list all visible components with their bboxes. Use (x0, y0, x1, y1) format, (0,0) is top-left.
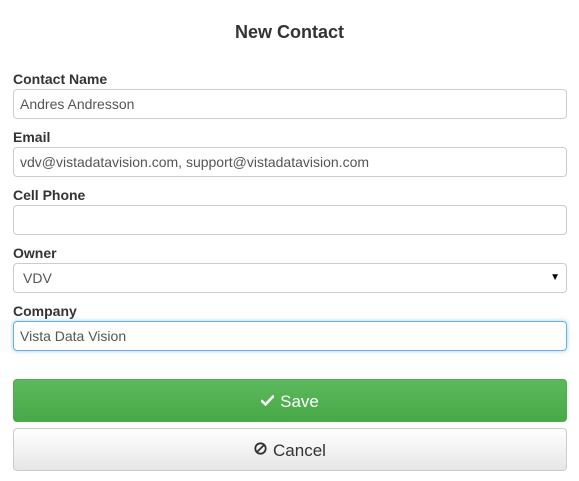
owner-selected-value: VDV (23, 270, 52, 286)
email-input[interactable]: vdv@vistadatavision.com, support@vistada… (13, 147, 567, 177)
ban-icon (254, 429, 267, 470)
owner-select[interactable]: VDV ▼ (13, 263, 567, 293)
company-input[interactable]: Vista Data Vision (13, 321, 567, 351)
dropdown-caret-icon: ▼ (550, 272, 560, 283)
form-title: New Contact (234, 22, 344, 42)
checkmark-icon (260, 380, 275, 421)
save-button[interactable]: Save (13, 379, 567, 422)
contact-name-input[interactable]: Andres Andresson (13, 89, 567, 119)
contact-name-label: Contact Name (13, 71, 108, 87)
save-label: Save (280, 392, 319, 412)
owner-label: Owner (13, 245, 57, 261)
cancel-button[interactable]: Cancel (13, 428, 567, 471)
email-label: Email (13, 129, 51, 145)
cell-phone-input[interactable] (13, 205, 567, 235)
cell-phone-label: Cell Phone (13, 187, 86, 203)
cancel-label: Cancel (273, 441, 326, 461)
company-label: Company (13, 303, 77, 319)
